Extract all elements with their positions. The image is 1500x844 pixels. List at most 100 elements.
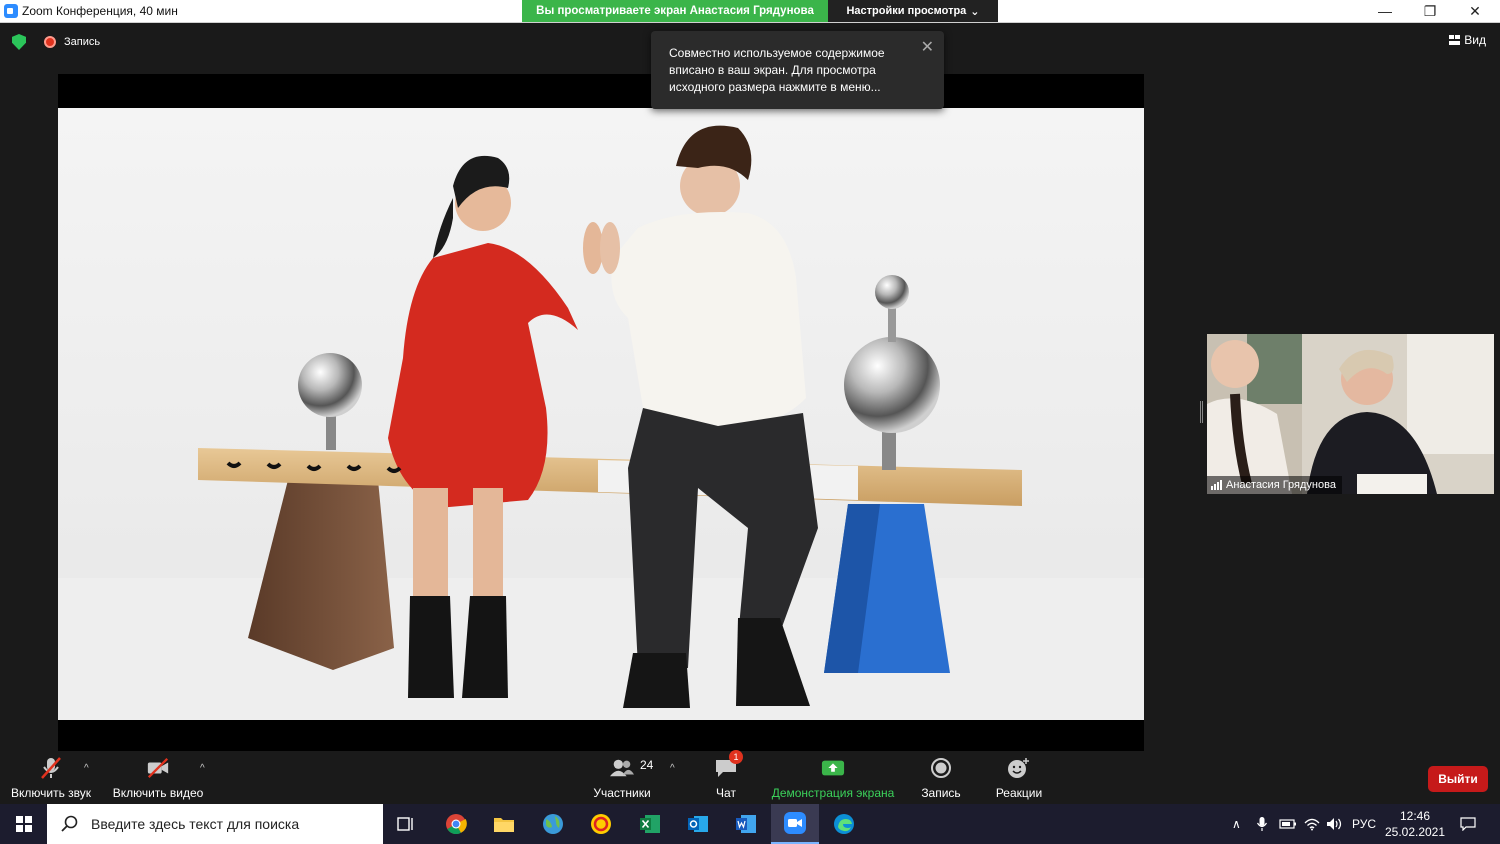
share-screen-button[interactable]: Демонстрация экрана bbox=[770, 751, 896, 804]
participants-count: 24 bbox=[640, 758, 654, 772]
taskbar-file-explorer[interactable] bbox=[480, 804, 528, 844]
zoom-icon bbox=[784, 812, 806, 834]
onec-icon bbox=[591, 814, 611, 834]
grid-view-icon bbox=[1449, 35, 1461, 45]
language-label: РУС bbox=[1352, 817, 1377, 831]
search-icon bbox=[61, 815, 78, 832]
window-titlebar: Zoom Конференция, 40 мин Вы просматривае… bbox=[0, 0, 1500, 23]
taskbar-chrome[interactable] bbox=[432, 804, 480, 844]
meeting-area: Запись Вид Совместно используемое содерж… bbox=[0, 23, 1500, 753]
photo-illustration bbox=[58, 125, 1144, 720]
notification-text: Совместно используемое содержимое вписан… bbox=[669, 46, 885, 94]
task-view-button[interactable] bbox=[382, 804, 430, 844]
folder-icon bbox=[494, 818, 514, 832]
share-banner-text: Вы просматриваете экран Анастасия Грядун… bbox=[522, 0, 828, 22]
recording-indicator[interactable]: Запись bbox=[64, 36, 100, 48]
battery-icon[interactable] bbox=[1279, 804, 1297, 844]
muted-microphone-icon bbox=[39, 756, 63, 780]
participant-name-tag: Анастасия Грядунова bbox=[1207, 476, 1342, 494]
share-screen-label: Демонстрация экрана bbox=[771, 786, 895, 800]
signal-strength-icon bbox=[1211, 480, 1222, 490]
excel-icon bbox=[640, 815, 660, 833]
reactions-button[interactable]: Реакции bbox=[994, 751, 1044, 804]
chevron-down-icon: ⌄ bbox=[970, 5, 980, 18]
clock-time: 12:46 bbox=[1399, 809, 1431, 823]
participants-icon: 24 bbox=[610, 756, 653, 780]
taskbar-maps-app[interactable] bbox=[529, 804, 577, 844]
security-shield-icon[interactable] bbox=[12, 34, 26, 50]
participants-button[interactable]: 24 Участники bbox=[592, 751, 653, 804]
view-settings-label: Настройки просмотра bbox=[846, 5, 967, 17]
chat-label: Чат bbox=[716, 786, 736, 800]
close-window-button[interactable]: ✕ bbox=[1452, 0, 1498, 22]
search-placeholder: Введите здесь текст для поиска bbox=[91, 816, 300, 832]
microphone-tray-icon[interactable] bbox=[1256, 804, 1268, 844]
taskbar-outlook[interactable] bbox=[674, 804, 722, 844]
share-screen-icon bbox=[821, 756, 845, 780]
view-label: Вид bbox=[1464, 33, 1486, 47]
input-language-indicator[interactable]: РУС bbox=[1352, 804, 1376, 844]
notifications-icon bbox=[1460, 817, 1476, 831]
restore-button[interactable]: ❐ bbox=[1407, 0, 1453, 22]
unmute-button[interactable]: Включить звук bbox=[10, 751, 92, 804]
audio-options-caret[interactable]: ^ bbox=[84, 763, 89, 774]
wifi-icon[interactable] bbox=[1304, 804, 1320, 844]
participants-options-caret[interactable]: ^ bbox=[670, 763, 675, 774]
task-view-icon bbox=[397, 817, 413, 831]
video-off-icon bbox=[146, 756, 170, 780]
start-video-button[interactable]: Включить видео bbox=[112, 751, 204, 804]
white-tshirt bbox=[611, 212, 806, 428]
reactions-icon bbox=[1007, 756, 1031, 780]
view-settings-button[interactable]: Настройки просмотра ⌄ bbox=[828, 0, 998, 22]
minimize-button[interactable]: — bbox=[1362, 0, 1408, 22]
globe-icon bbox=[543, 814, 563, 834]
chrome-sphere-right bbox=[844, 337, 940, 433]
rust-bench-leg bbox=[248, 480, 394, 670]
taskbar-excel[interactable] bbox=[626, 804, 674, 844]
unmute-label: Включить звук bbox=[10, 786, 92, 800]
video-options-caret[interactable]: ^ bbox=[200, 763, 205, 774]
start-button[interactable] bbox=[0, 804, 47, 844]
taskbar-zoom[interactable] bbox=[771, 804, 819, 844]
chevron-up-icon: ∧ bbox=[1232, 817, 1241, 831]
windows-taskbar: Введите здесь текст для поиска ∧ РУС 12:… bbox=[0, 804, 1500, 844]
meeting-toolbar: Включить звук ^ Включить видео ^ 24 Учас… bbox=[0, 750, 1500, 804]
show-hidden-icons-button[interactable]: ∧ bbox=[1232, 804, 1241, 844]
zoom-app-icon bbox=[4, 4, 18, 18]
action-center-button[interactable] bbox=[1460, 804, 1476, 844]
volume-icon[interactable] bbox=[1326, 804, 1344, 844]
edge-icon bbox=[834, 814, 854, 834]
taskbar-word[interactable] bbox=[722, 804, 770, 844]
reactions-label: Реакции bbox=[995, 786, 1043, 800]
participant-video-feed bbox=[1207, 334, 1494, 494]
chat-icon: 1 bbox=[714, 750, 743, 780]
taskbar-clock[interactable]: 12:46 25.02.2021 bbox=[1380, 808, 1450, 840]
start-video-label: Включить видео bbox=[112, 786, 204, 800]
shared-screen[interactable] bbox=[58, 74, 1144, 753]
record-button[interactable]: Запись bbox=[916, 751, 966, 804]
clock-date: 25.02.2021 bbox=[1384, 825, 1446, 839]
chrome-icon bbox=[446, 814, 467, 835]
leave-meeting-button[interactable]: Выйти bbox=[1428, 766, 1488, 792]
fit-to-screen-notification: Совместно используемое содержимое вписан… bbox=[651, 31, 944, 109]
chrome-sphere-left bbox=[298, 353, 362, 417]
window-title: Zoom Конференция, 40 мин bbox=[22, 4, 178, 18]
panel-resize-handle[interactable] bbox=[1200, 401, 1203, 423]
chat-button[interactable]: 1 Чат bbox=[706, 750, 746, 804]
outlook-icon bbox=[688, 816, 708, 832]
participant-name: Анастасия Грядунова bbox=[1226, 479, 1336, 491]
share-banner: Вы просматриваете экран Анастасия Грядун… bbox=[522, 0, 998, 22]
taskbar-edge[interactable] bbox=[820, 804, 868, 844]
participants-label: Участники bbox=[593, 786, 651, 800]
close-notification-button[interactable]: ✕ bbox=[921, 39, 934, 56]
chat-unread-badge: 1 bbox=[729, 750, 743, 764]
word-icon bbox=[736, 815, 756, 833]
shared-photo bbox=[58, 108, 1144, 720]
taskbar-1c-app[interactable] bbox=[577, 804, 625, 844]
participant-video-thumbnail[interactable]: Анастасия Грядунова bbox=[1207, 334, 1494, 494]
view-button[interactable]: Вид bbox=[1449, 33, 1486, 47]
taskbar-search-box[interactable]: Введите здесь текст для поиска bbox=[47, 804, 383, 844]
record-label: Запись bbox=[921, 786, 961, 800]
recording-dot-icon bbox=[44, 36, 56, 48]
windows-logo-icon bbox=[15, 816, 32, 832]
